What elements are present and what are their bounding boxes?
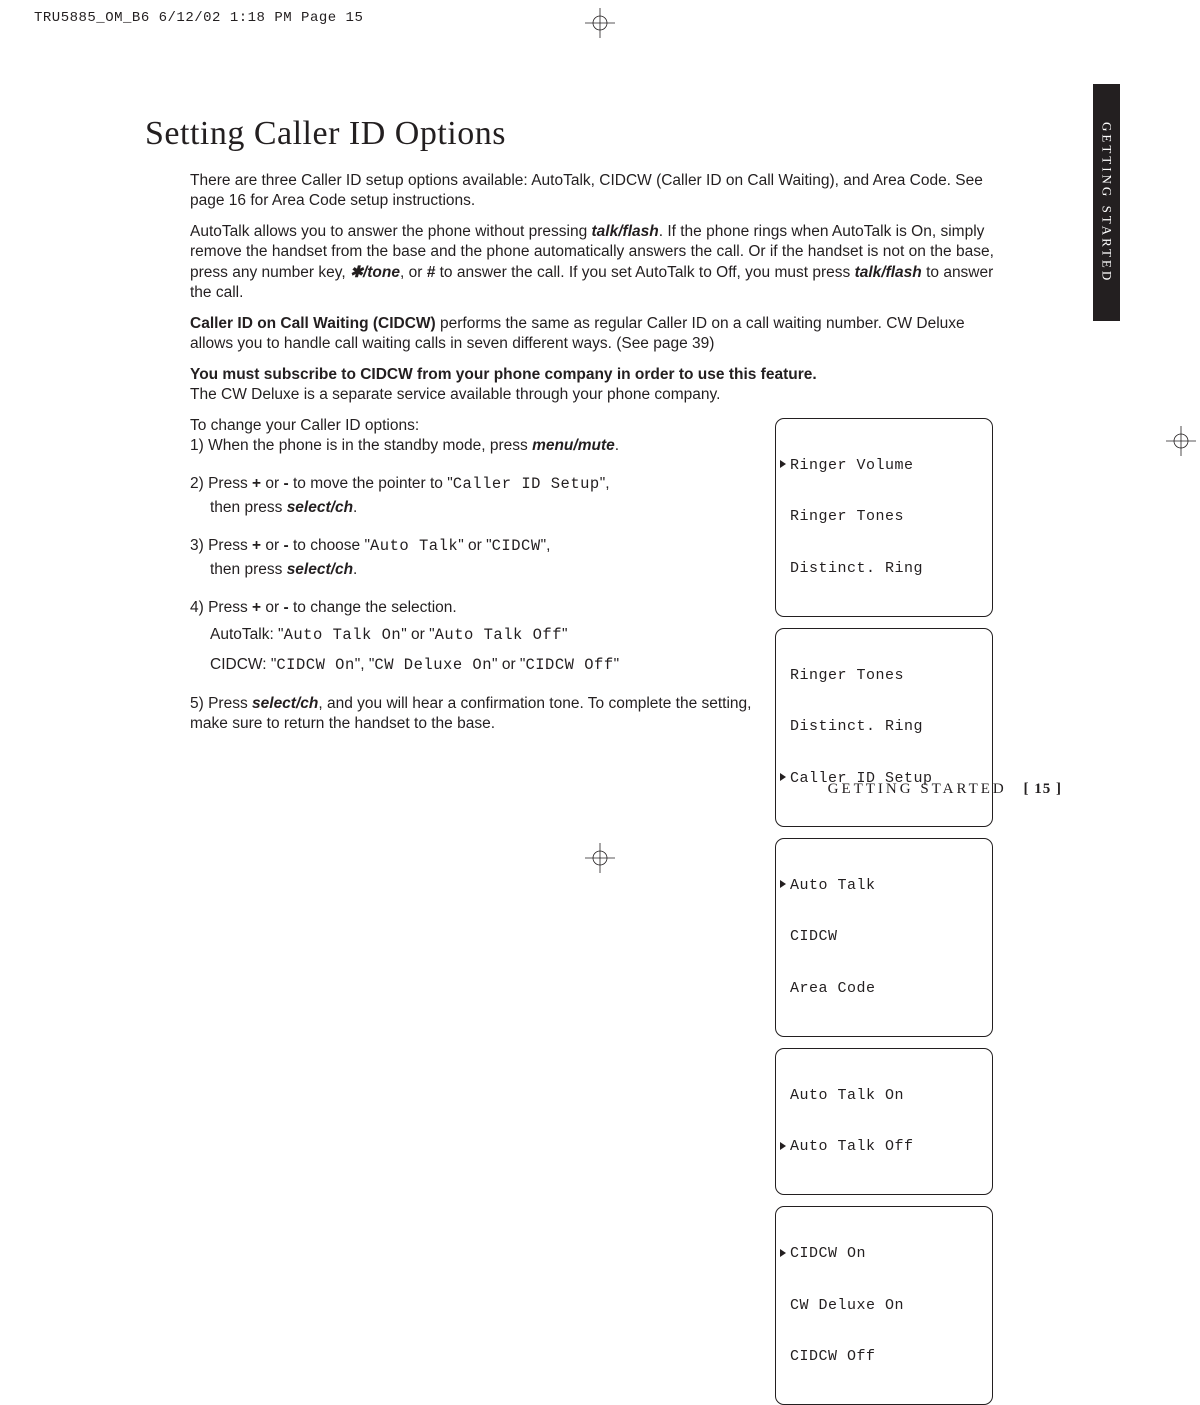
step-4: 4) Press + or - to change the selection.…: [190, 598, 755, 675]
registration-mark-top: [585, 8, 615, 38]
step-3: 3) Press + or - to choose "Auto Talk" or…: [190, 536, 755, 580]
page-area: GETTING STARTED Setting Caller ID Option…: [115, 60, 1120, 830]
step-5: 5) Press select/ch, and you will hear a …: [190, 694, 755, 735]
print-slug: TRU5885_OM_B6 6/12/02 1:18 PM Page 15: [34, 10, 363, 26]
registration-mark-right: [1166, 426, 1196, 456]
lcd-screen-4: Auto Talk On Auto Talk Off: [775, 1048, 993, 1196]
step-1: 1) When the phone is in the standby mode…: [190, 436, 755, 456]
page-title: Setting Caller ID Options: [145, 115, 1015, 153]
paragraph-subscribe: You must subscribe to CIDCW from your ph…: [190, 365, 1000, 406]
step-2: 2) Press + or - to move the pointer to "…: [190, 474, 755, 518]
paragraph-autotalk: AutoTalk allows you to answer the phone …: [190, 222, 1000, 304]
paragraph-cidcw: Caller ID on Call Waiting (CIDCW) perfor…: [190, 314, 1000, 355]
lcd-screen-5: CIDCW On CW Deluxe On CIDCW Off: [775, 1206, 993, 1405]
lcd-screen-1: Ringer Volume Ringer Tones Distinct. Rin…: [775, 418, 993, 617]
section-tab: GETTING STARTED: [1093, 84, 1120, 321]
steps-intro: To change your Caller ID options:: [190, 416, 755, 436]
paragraph-intro: There are three Caller ID setup options …: [190, 171, 1000, 212]
section-tab-label: GETTING STARTED: [1099, 122, 1115, 283]
lcd-screen-3: Auto Talk CIDCW Area Code: [775, 838, 993, 1037]
page-footer: GETTING STARTED [ 15 ]: [828, 781, 1062, 798]
footer-page-number: [ 15 ]: [1024, 781, 1063, 797]
steps-column: To change your Caller ID options: 1) Whe…: [190, 416, 755, 753]
footer-section: GETTING STARTED: [828, 781, 1007, 797]
lcd-column: Ringer Volume Ringer Tones Distinct. Rin…: [775, 416, 1000, 1405]
content-area: Setting Caller ID Options There are thre…: [145, 115, 1015, 1405]
